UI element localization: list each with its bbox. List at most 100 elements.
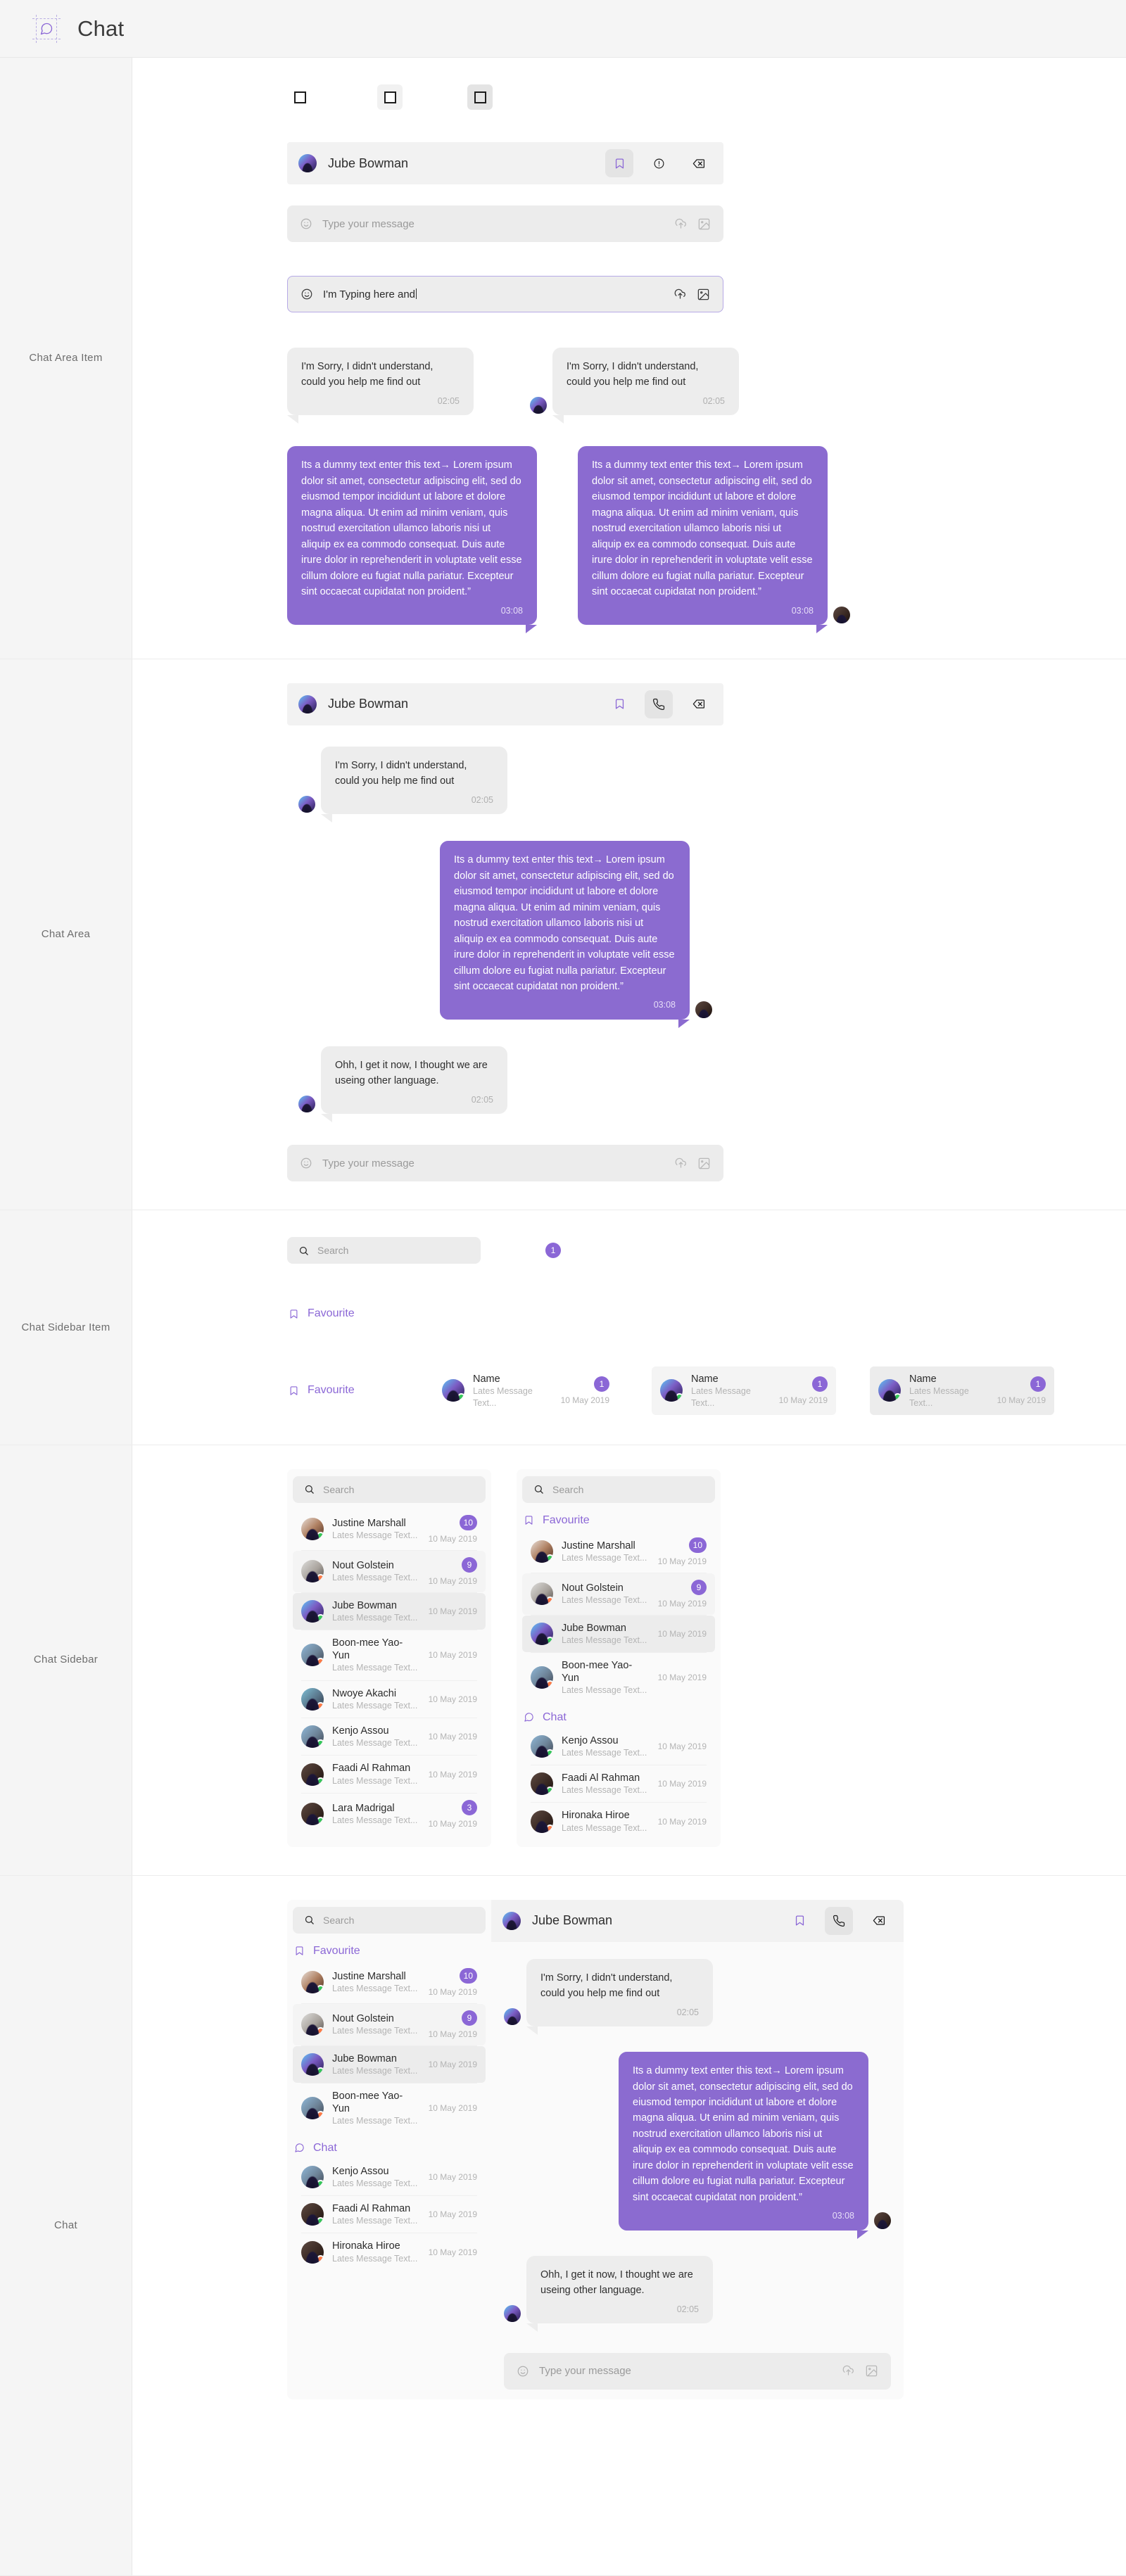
checkbox-default-wrap[interactable] <box>287 84 312 110</box>
list-item[interactable]: Lara Madrigal Lates Message Text... 3 10 Ma… <box>293 1794 486 1835</box>
phone-icon[interactable] <box>645 690 673 718</box>
list-item[interactable]: Justine Marshall Lates Message Text... 10 1… <box>293 1962 486 2003</box>
last-message: Lates Message Text... <box>332 1612 418 1623</box>
message-text: Its a dummy text enter this text→ Lorem … <box>301 459 522 598</box>
image-icon[interactable] <box>865 2364 878 2378</box>
message-date: 10 May 2019 <box>657 1816 707 1827</box>
sidebar-list-item-selected[interactable]: Name Lates Message Text... 1 10 May 2019 <box>870 1366 1054 1415</box>
checkbox-pressed-icon[interactable] <box>474 91 486 103</box>
contact-name: Name <box>909 1373 937 1385</box>
list-item[interactable]: Nwoye Akachi Lates Message Text... 10 May … <box>293 1681 486 1718</box>
image-icon[interactable] <box>697 1157 711 1170</box>
bookmark-icon[interactable] <box>785 1907 814 1935</box>
search-field[interactable]: Search <box>287 1237 481 1264</box>
search-placeholder[interactable]: Search <box>323 1915 354 1926</box>
message-composer-default[interactable]: Type your message <box>287 205 723 242</box>
status-dot <box>317 2027 324 2036</box>
message-input-placeholder[interactable]: Type your message <box>539 2365 832 2377</box>
list-item[interactable]: Nout Golstein Lates Message Text... 9 10 Ma… <box>522 1573 715 1615</box>
list-item-right: 10 May 2019 <box>658 1673 707 1682</box>
list-item[interactable]: Justine Marshall Lates Message Text... 10 1… <box>522 1531 715 1573</box>
list-item[interactable]: Boon-mee Yao-Yun Lates Message Text... 10 … <box>293 2083 486 2133</box>
upload-cloud-icon[interactable] <box>842 2364 855 2378</box>
list-item-meta: Boon-mee Yao-Yun Lates Message Text... <box>332 1637 420 1674</box>
list-item[interactable]: Jube Bowman Lates Message Text... 10 May 2… <box>522 1615 715 1653</box>
contact-name: Lara Madrigal <box>332 1803 395 1815</box>
exclamation-circle-icon[interactable] <box>645 149 673 177</box>
upload-cloud-icon[interactable] <box>673 288 687 301</box>
checkbox-pressed-wrap[interactable] <box>467 84 493 110</box>
list-item[interactable]: Nout Golstein Lates Message Text... 9 10 Ma… <box>293 1550 486 1592</box>
group-heading-favourite[interactable]: Favourite <box>522 1510 715 1531</box>
upload-cloud-icon[interactable] <box>674 217 688 231</box>
message-input-placeholder[interactable]: Type your message <box>322 218 664 230</box>
group-heading-chat[interactable]: Chat <box>522 1707 715 1728</box>
message-input-value[interactable]: I'm Typing here and <box>323 288 664 300</box>
list-item[interactable]: Faadi Al Rahman Lates Message Text... 10 M… <box>293 1756 486 1792</box>
list-item[interactable]: Kenjo Assou Lates Message Text... 10 May 2… <box>293 2159 486 2195</box>
group-heading-favourite[interactable]: Favourite <box>287 1380 400 1401</box>
status-dot <box>317 1532 324 1540</box>
sidebar-list-item-default[interactable]: Name Lates Message Text... 1 10 May 2019 <box>434 1366 618 1415</box>
status-dot <box>317 1817 324 1825</box>
list-item[interactable]: Justine Marshall Lates Message Text... 10 1… <box>293 1509 486 1550</box>
checkbox-hover-wrap[interactable] <box>377 84 403 110</box>
list-item[interactable]: Kenjo Assou Lates Message Text... 10 May 2… <box>522 1728 715 1765</box>
bookmark-icon[interactable] <box>605 690 633 718</box>
group-heading-chat[interactable]: Chat <box>293 2138 486 2159</box>
image-icon[interactable] <box>697 217 711 231</box>
emoji-smiley-icon[interactable] <box>300 217 312 230</box>
chat-area-frame: Jube Bowman I'm Sorry, I didn't understa… <box>287 683 723 1182</box>
group-heading-favourite[interactable]: Favourite <box>293 1941 486 1962</box>
search-field[interactable]: Search <box>522 1476 715 1503</box>
message-date: 10 May 2019 <box>428 2209 477 2220</box>
search-placeholder[interactable]: Search <box>317 1245 348 1256</box>
list-item[interactable]: Jube Bowman Lates Message Text... 10 May 2… <box>293 2045 486 2083</box>
search-field[interactable]: Search <box>293 1476 486 1503</box>
list-item[interactable]: Nout Golstein Lates Message Text... 9 10 Ma… <box>293 2003 486 2045</box>
image-icon[interactable] <box>697 288 710 301</box>
checkbox-hover-icon[interactable] <box>384 91 396 103</box>
list-item[interactable]: Boon-mee Yao-Yun Lates Message Text... 10 … <box>522 1653 715 1703</box>
list-item[interactable]: Faadi Al Rahman Lates Message Text... 10 M… <box>522 1765 715 1802</box>
status-dot <box>317 1574 324 1582</box>
backspace-delete-icon[interactable] <box>684 149 712 177</box>
incoming-bubble-variants: I'm Sorry, I didn't understand, could yo… <box>287 348 1126 424</box>
contact-name: Nout Golstein <box>332 2013 394 2025</box>
message-input-placeholder[interactable]: Type your message <box>322 1157 664 1169</box>
checkbox-default-icon[interactable] <box>293 91 306 103</box>
backspace-delete-icon[interactable] <box>684 690 712 718</box>
search-placeholder[interactable]: Search <box>552 1484 583 1495</box>
chat-area-full: Jube Bowman I'm Sorry, I didn't understa… <box>491 1899 904 2399</box>
message-thread: I'm Sorry, I didn't understand, could yo… <box>491 1942 904 2353</box>
list-item[interactable]: Hironaka Hiroe Lates Message Text... 10 Ma… <box>522 1803 715 1839</box>
message-composer-default[interactable]: Type your message <box>504 2352 891 2390</box>
backspace-delete-icon[interactable] <box>864 1907 892 1935</box>
emoji-smiley-icon[interactable] <box>301 288 313 300</box>
search-placeholder[interactable]: Search <box>323 1484 354 1495</box>
upload-cloud-icon[interactable] <box>674 1157 688 1170</box>
sidebar-list-item-hover[interactable]: Name Lates Message Text... 1 10 May 2019 <box>652 1366 836 1415</box>
list-item[interactable]: Faadi Al Rahman Lates Message Text... 10 M… <box>293 2196 486 2233</box>
last-message: Lates Message Text... <box>562 1822 647 1833</box>
emoji-smiley-icon[interactable] <box>300 1157 312 1169</box>
message-bubble-incoming: I'm Sorry, I didn't understand, could yo… <box>552 348 739 424</box>
search-field[interactable]: Search <box>293 1906 486 1934</box>
message-composer-typing[interactable]: I'm Typing here and <box>287 276 723 312</box>
status-dot <box>317 1777 324 1785</box>
last-message: Lates Message Text... <box>473 1386 533 1408</box>
message-row-outgoing: Its a dummy text enter this text→ Lorem … <box>504 2052 891 2239</box>
bookmark-icon[interactable] <box>605 149 633 177</box>
message-composer-default[interactable]: Type your message <box>287 1145 723 1182</box>
list-item[interactable]: Boon-mee Yao-Yun Lates Message Text... 10 … <box>293 1630 486 1680</box>
list-item[interactable]: Hironaka Hiroe Lates Message Text... 10 Ma… <box>293 2233 486 2270</box>
list-item-right: 10 May 2019 <box>658 1629 707 1639</box>
message-bubble-incoming: I'm Sorry, I didn't understand, could yo… <box>321 746 507 823</box>
list-item[interactable]: Jube Bowman Lates Message Text... 10 May 2… <box>293 1592 486 1630</box>
list-item-right: 10 May 2019 <box>429 2247 477 2257</box>
list-item[interactable]: Kenjo Assou Lates Message Text... 10 May 2… <box>293 1718 486 1755</box>
phone-icon[interactable] <box>825 1906 853 1935</box>
emoji-smiley-icon[interactable] <box>517 2365 529 2378</box>
group-heading-favourite[interactable]: Favourite <box>287 1303 1126 1324</box>
group-label: Favourite <box>308 1384 355 1397</box>
